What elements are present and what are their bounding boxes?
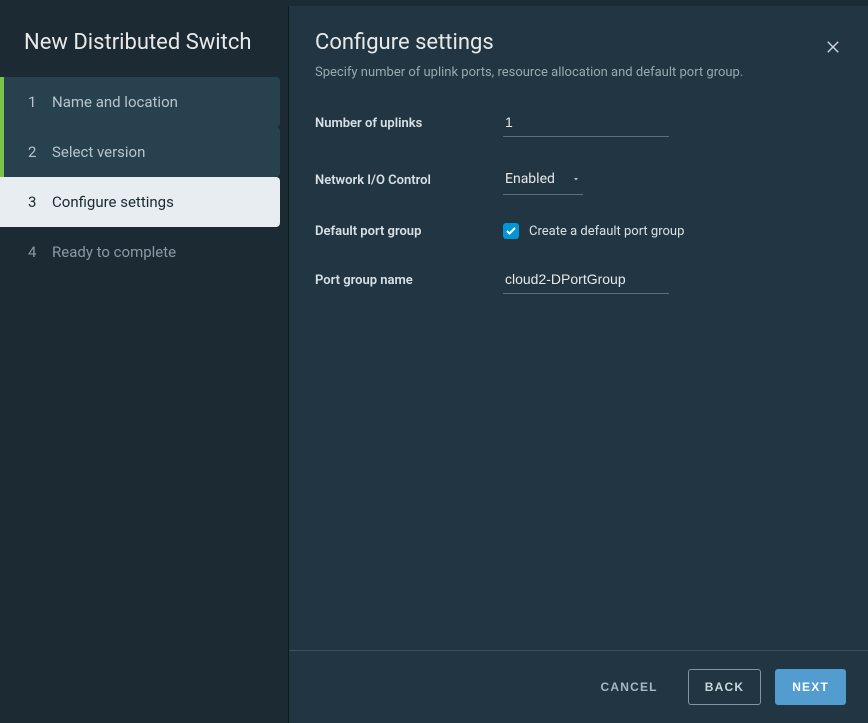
port-group-name-row: Port group name (315, 267, 842, 294)
step-configure-settings[interactable]: 3 Configure settings (0, 177, 280, 227)
panel-header: Configure settings Specify number of upl… (289, 6, 868, 98)
step-number: 2 (28, 143, 52, 161)
nioc-select-value: Enabled (505, 171, 555, 187)
step-ready-to-complete: 4 Ready to complete (0, 227, 280, 277)
cancel-button[interactable]: CANCEL (585, 670, 674, 704)
wizard-sidebar: New Distributed Switch 1 Name and locati… (0, 6, 288, 723)
uplinks-control (503, 110, 669, 137)
default-port-group-control: Create a default port group (503, 223, 684, 239)
form-body: Number of uplinks Network I/O Control En… (289, 98, 868, 650)
default-port-group-row: Default port group Create a default port… (315, 223, 842, 239)
back-button[interactable]: BACK (688, 669, 761, 705)
close-icon (824, 44, 842, 59)
panel-subtitle: Specify number of uplink ports, resource… (315, 65, 842, 80)
default-port-group-checkbox[interactable] (503, 223, 519, 239)
step-number: 4 (28, 243, 52, 261)
step-label: Name and location (52, 93, 264, 111)
uplinks-row: Number of uplinks (315, 110, 842, 137)
port-group-name-control (503, 267, 669, 294)
main-panel: Configure settings Specify number of upl… (288, 6, 868, 723)
chevron-down-icon (571, 169, 581, 188)
step-label: Configure settings (52, 193, 264, 211)
next-button[interactable]: NEXT (775, 669, 846, 705)
port-group-name-label: Port group name (315, 273, 503, 288)
nioc-select[interactable]: Enabled (503, 165, 583, 195)
close-button[interactable] (820, 34, 846, 63)
step-number: 1 (28, 93, 52, 111)
wizard-container: New Distributed Switch 1 Name and locati… (0, 0, 868, 723)
nioc-row: Network I/O Control Enabled (315, 165, 842, 195)
step-name-and-location[interactable]: 1 Name and location (0, 77, 280, 127)
step-label: Ready to complete (52, 243, 264, 261)
default-port-group-checkbox-label: Create a default port group (529, 224, 684, 239)
nioc-label: Network I/O Control (315, 173, 503, 188)
wizard-title: New Distributed Switch (0, 30, 288, 77)
port-group-name-input[interactable] (503, 267, 669, 294)
check-icon (505, 222, 517, 241)
uplinks-input[interactable] (503, 110, 669, 137)
panel-title: Configure settings (315, 30, 842, 55)
default-port-group-label: Default port group (315, 224, 503, 239)
step-label: Select version (52, 143, 264, 161)
step-select-version[interactable]: 2 Select version (0, 127, 280, 177)
step-number: 3 (28, 193, 52, 211)
wizard-footer: CANCEL BACK NEXT (289, 650, 868, 723)
step-list: 1 Name and location 2 Select version 3 C… (0, 77, 288, 277)
uplinks-label: Number of uplinks (315, 116, 503, 131)
